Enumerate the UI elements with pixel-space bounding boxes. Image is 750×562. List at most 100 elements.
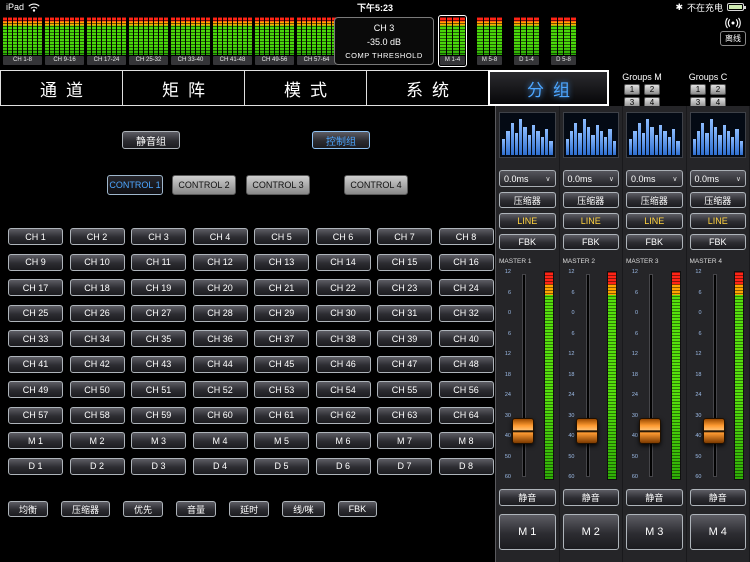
control-group-button[interactable]: 控制组	[312, 131, 370, 149]
channel-button[interactable]: CH 8	[438, 228, 494, 245]
channel-button[interactable]: CH 49	[8, 381, 63, 398]
channel-button[interactable]: CH 16	[438, 253, 494, 271]
channel-button[interactable]: CH 14	[315, 253, 371, 271]
channel-button[interactable]: CH 63	[377, 406, 432, 424]
mute-group-button[interactable]: 静音组	[122, 131, 180, 149]
channel-button[interactable]: CH 48	[438, 355, 494, 373]
channel-button[interactable]: CH 38	[315, 330, 371, 347]
line-button[interactable]: LINE	[689, 213, 746, 229]
fader-knob[interactable]	[702, 418, 725, 444]
channel-button[interactable]: CH 23	[377, 279, 432, 296]
channel-button[interactable]: CH 1	[8, 228, 63, 245]
channel-button[interactable]: CH 52	[192, 381, 248, 398]
channel-button[interactable]: CH 44	[192, 355, 248, 373]
channel-button[interactable]: CH 55	[377, 381, 432, 398]
channel-button[interactable]: CH 30	[315, 304, 371, 322]
control-tab[interactable]: CONTROL 1	[107, 175, 163, 195]
nav-tab[interactable]: 通道	[0, 70, 123, 106]
master-select-button[interactable]: M 2	[562, 514, 619, 550]
master-select-button[interactable]: M 4	[689, 514, 746, 550]
channel-meter-group[interactable]: CH 41-48	[213, 17, 252, 65]
compressor-button[interactable]: 压缩器	[562, 192, 619, 208]
nav-tab[interactable]: 模式	[244, 70, 367, 106]
channel-button[interactable]: CH 33	[8, 330, 63, 347]
channel-button[interactable]: CH 32	[438, 304, 494, 322]
channel-button[interactable]: CH 40	[438, 330, 494, 347]
channel-button[interactable]: CH 26	[69, 304, 125, 322]
master-select-button[interactable]: M 1	[499, 514, 556, 550]
fbk-button[interactable]: FBK	[626, 234, 683, 250]
delay-select[interactable]: 0.0ms ∨	[562, 170, 619, 187]
delay-select[interactable]: 0.0ms ∨	[626, 170, 683, 187]
channel-button[interactable]: CH 19	[131, 279, 186, 296]
channel-meter-group[interactable]: CH 57-64	[297, 17, 336, 65]
channel-button[interactable]: CH 36	[192, 330, 248, 347]
channel-button[interactable]: CH 21	[254, 279, 309, 296]
channel-button[interactable]: CH 25	[8, 304, 63, 322]
mute-button[interactable]: 静音	[499, 489, 556, 506]
d-button[interactable]: D 6	[315, 457, 371, 475]
d-button[interactable]: D 2	[69, 457, 125, 475]
m-button[interactable]: M 5	[254, 432, 309, 449]
m-button[interactable]: M 7	[377, 432, 432, 449]
delay-select[interactable]: 0.0ms ∨	[689, 170, 746, 187]
channel-button[interactable]: CH 43	[131, 355, 186, 373]
d-button[interactable]: D 3	[131, 457, 186, 475]
fader-knob[interactable]	[512, 418, 534, 444]
channel-button[interactable]: CH 31	[377, 304, 432, 322]
fbk-button[interactable]: FBK	[689, 234, 746, 250]
channel-button[interactable]: CH 62	[315, 406, 371, 424]
channel-button[interactable]: CH 7	[377, 228, 432, 245]
m-button[interactable]: M 4	[192, 432, 248, 449]
channel-button[interactable]: CH 12	[192, 253, 248, 271]
mute-button[interactable]: 静音	[689, 489, 746, 506]
channel-button[interactable]: CH 34	[69, 330, 125, 347]
fader-knob[interactable]	[639, 418, 661, 444]
channel-button[interactable]: CH 10	[69, 253, 125, 271]
channel-button[interactable]: CH 64	[438, 406, 494, 424]
nav-tab[interactable]: 分组	[488, 70, 609, 106]
channel-button[interactable]: CH 37	[254, 330, 309, 347]
channel-button[interactable]: CH 59	[131, 406, 186, 424]
fbk-button[interactable]: FBK	[562, 234, 619, 250]
function-button[interactable]: 音量	[176, 501, 217, 517]
function-button[interactable]: 延时	[229, 501, 270, 517]
channel-button[interactable]: CH 45	[254, 355, 309, 373]
group-select-button[interactable]: 2	[644, 84, 660, 95]
channel-button[interactable]: CH 47	[377, 355, 432, 373]
mute-button[interactable]: 静音	[562, 489, 619, 506]
master-select-button[interactable]: M 3	[626, 514, 683, 550]
channel-button[interactable]: CH 58	[69, 406, 125, 424]
function-button[interactable]: 均衡	[8, 501, 49, 517]
channel-meter-group[interactable]: CH 33-40	[171, 17, 210, 65]
m-button[interactable]: M 1	[8, 432, 63, 449]
function-button[interactable]: 优先	[123, 501, 164, 517]
compressor-button[interactable]: 压缩器	[689, 192, 746, 208]
channel-button[interactable]: CH 60	[192, 406, 248, 424]
channel-button[interactable]: CH 5	[254, 228, 309, 245]
d-button[interactable]: D 5	[254, 457, 309, 475]
compressor-button[interactable]: 压缩器	[499, 192, 556, 208]
channel-button[interactable]: CH 6	[315, 228, 371, 245]
channel-button[interactable]: CH 29	[254, 304, 309, 322]
channel-button[interactable]: CH 9	[8, 253, 63, 271]
d-button[interactable]: D 7	[377, 457, 432, 475]
nav-tab[interactable]: 矩阵	[122, 70, 245, 106]
master-meter-group[interactable]: M 5-8	[477, 17, 502, 65]
channel-button[interactable]: CH 57	[8, 406, 63, 424]
channel-button[interactable]: CH 11	[131, 253, 186, 271]
channel-meter-group[interactable]: CH 17-24	[87, 17, 126, 65]
channel-button[interactable]: CH 41	[8, 355, 63, 373]
channel-button[interactable]: CH 24	[438, 279, 494, 296]
group-select-button[interactable]: 2	[710, 84, 726, 95]
channel-button[interactable]: CH 3	[131, 228, 186, 245]
channel-button[interactable]: CH 56	[438, 381, 494, 398]
channel-button[interactable]: CH 50	[69, 381, 125, 398]
line-button[interactable]: LINE	[626, 213, 683, 229]
delay-select[interactable]: 0.0ms ∨	[499, 170, 556, 187]
channel-meter-group[interactable]: CH 49-56	[255, 17, 294, 65]
channel-button[interactable]: CH 17	[8, 279, 63, 296]
offline-button[interactable]: 离线	[720, 17, 746, 46]
channel-button[interactable]: CH 61	[254, 406, 309, 424]
m-button[interactable]: M 2	[69, 432, 125, 449]
